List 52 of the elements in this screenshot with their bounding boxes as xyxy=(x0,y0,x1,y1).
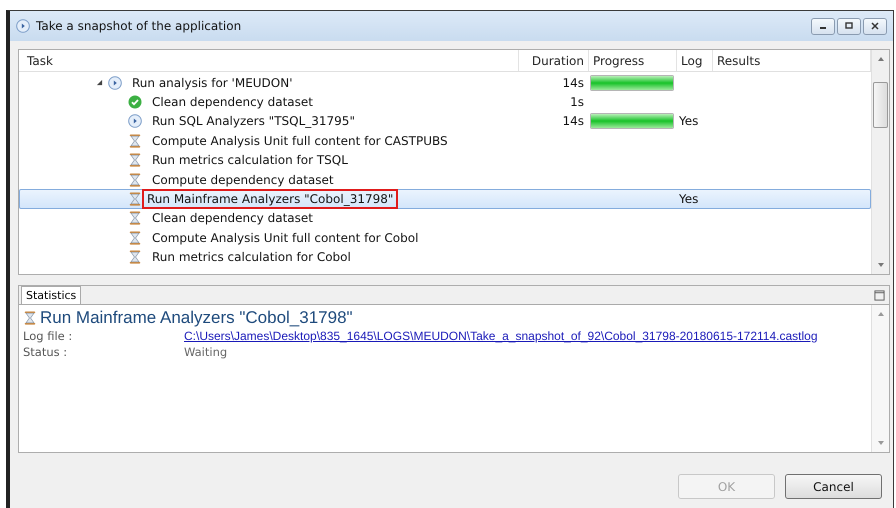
task-row[interactable]: Run metrics calculation for TSQL xyxy=(19,150,871,170)
task-label: Run SQL Analyzers "TSQL_31795" xyxy=(151,113,356,130)
close-icon xyxy=(870,21,880,31)
statistics-tab[interactable]: Statistics xyxy=(21,286,82,304)
column-header[interactable]: Log xyxy=(677,50,713,71)
task-row[interactable]: Compute Analysis Unit full content for CASTPUBS xyxy=(19,131,871,151)
task-row[interactable]: Run metrics calculation for Cobol xyxy=(19,248,871,267)
window-title: Take a snapshot of the application xyxy=(36,19,242,33)
task-row[interactable]: Clean dependency dataset 1s xyxy=(19,92,871,112)
maximize-icon xyxy=(844,21,854,31)
collapse-arrow-icon[interactable] xyxy=(96,79,103,86)
close-button[interactable] xyxy=(863,18,887,34)
scrollbar[interactable] xyxy=(871,305,889,452)
maximize-icon[interactable] xyxy=(874,290,885,300)
task-row[interactable]: Clean dependency dataset xyxy=(19,208,871,228)
field-label: Log file : xyxy=(23,329,74,343)
task-label: Clean dependency dataset xyxy=(151,94,314,112)
task-label: Run analysis for 'MEUDON' xyxy=(131,74,294,92)
task-label: Run Mainframe Analyzers "Cobol_31798" xyxy=(142,189,398,210)
log-text: Yes xyxy=(679,192,698,206)
task-row[interactable]: Compute dependency dataset xyxy=(19,170,871,190)
task-row[interactable]: Run SQL Analyzers "TSQL_31795" 14s Yes xyxy=(19,112,871,132)
scroll-up-icon[interactable] xyxy=(876,56,884,62)
maximize-button[interactable] xyxy=(837,18,861,34)
minimize-button[interactable] xyxy=(811,18,835,34)
column-header[interactable]: Progress xyxy=(589,50,677,71)
cancel-button[interactable]: Cancel xyxy=(785,474,882,499)
task-row[interactable]: Run analysis for 'MEUDON' 14s xyxy=(19,73,871,92)
field-label: Status : xyxy=(23,345,68,359)
task-label: Run metrics calculation for TSQL xyxy=(151,152,349,170)
task-label: Run metrics calculation for Cobol xyxy=(151,249,352,266)
task-title: Run Mainframe Analyzers "Cobol_31798" xyxy=(40,308,353,328)
scrollbar[interactable] xyxy=(871,50,889,274)
status-value: Waiting xyxy=(184,345,228,359)
duration-text: 14s xyxy=(562,76,584,90)
task-label: Compute Analysis Unit full content for Cobol xyxy=(151,230,420,247)
scroll-up-icon[interactable] xyxy=(876,311,884,317)
task-row[interactable]: Run Mainframe Analyzers "Cobol_31798" Yes xyxy=(19,189,871,209)
column-header[interactable]: Task xyxy=(19,50,519,71)
column-header[interactable]: Duration xyxy=(519,50,589,71)
task-label: Compute Analysis Unit full content for CASTPUBS xyxy=(151,132,449,150)
task-label: Compute dependency dataset xyxy=(151,172,335,189)
log-text: Yes xyxy=(679,114,698,128)
log-file-link[interactable]: C:\Users\James\Desktop\835_1645\LOGS\MEUDON\Take_a_snapshot_of_92\Cobol_31798-20180615-172114.castlog xyxy=(184,329,818,343)
play-icon xyxy=(16,19,30,33)
scroll-down-icon[interactable] xyxy=(876,262,884,268)
task-label: Clean dependency dataset xyxy=(151,210,314,228)
duration-text: 14s xyxy=(562,114,584,128)
task-row[interactable]: Compute Analysis Unit full content for Cobol xyxy=(19,228,871,248)
scroll-thumb[interactable] xyxy=(873,82,888,128)
scroll-down-icon[interactable] xyxy=(876,440,884,446)
duration-text: 1s xyxy=(570,95,584,110)
